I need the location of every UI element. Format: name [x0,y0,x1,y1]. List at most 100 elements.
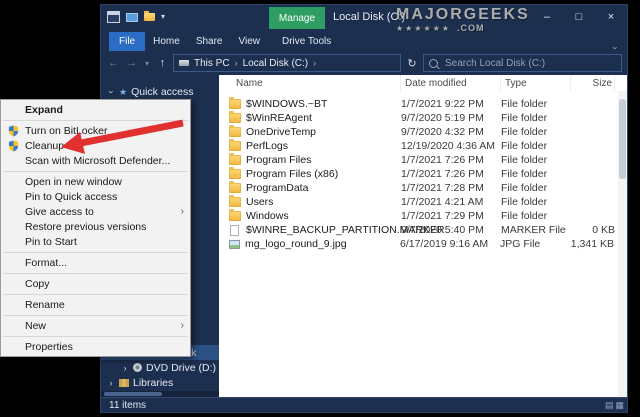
tree-chevron-icon[interactable] [107,87,115,97]
ribbon-tab[interactable]: Home [145,32,188,51]
context-menu-item-label: Pin to Start [25,235,77,248]
sidebar-item-label: Quick access [131,85,194,98]
file-row[interactable]: Program Files 1/7/2021 7:26 PM File fold… [219,153,627,167]
file-row[interactable]: PerfLogs 12/19/2020 4:36 AM File folder [219,139,627,153]
customize-toolbar-chevron-icon[interactable]: ▾ [161,13,165,21]
file-name: Windows [246,210,289,222]
scrollbar-thumb[interactable] [619,99,626,179]
column-header-date-modified[interactable]: Date modified [401,75,501,91]
breadcrumb[interactable]: This PC › Local Disk (C:) › [173,54,401,72]
file-type: File folder [501,126,548,138]
close-button[interactable]: × [595,5,627,29]
context-menu-item[interactable]: Pin to Quick access [1,189,190,204]
column-header-name[interactable]: Name [219,75,401,91]
context-menu-item[interactable]: Format... [1,255,190,270]
submenu-chevron-icon [181,206,184,217]
details-view-icon[interactable]: ▤ [605,400,614,411]
file-row[interactable]: Program Files (x86) 1/7/2021 7:26 PM Fil… [219,167,627,181]
up-button[interactable]: ↑ [155,57,170,69]
maximize-button[interactable]: □ [563,5,595,29]
refresh-icon[interactable]: ↻ [404,57,420,70]
context-menu-item-label: Restore previous versions [25,220,147,233]
ribbon-tabs: File Home Share View Drive Tools [101,29,627,51]
file-size: 0 KB [592,224,615,236]
column-header-size[interactable]: Size [571,75,615,91]
breadcrumb-chevron-icon[interactable]: › [235,58,238,68]
context-menu: Expand Turn on BitLocker Cleanup Scan wi… [0,99,191,357]
context-menu-item[interactable]: New [1,318,190,333]
context-menu-item-label: New [25,319,47,332]
context-menu-item[interactable]: Expand [1,102,190,117]
context-menu-item[interactable]: Open in new window [1,174,190,189]
context-menu-item-label: Copy [25,277,50,290]
file-date-modified: 1/7/2021 7:26 PM [401,154,484,166]
breadcrumb-this-pc[interactable]: This PC [194,58,230,69]
search-icon [429,58,438,68]
minimize-button[interactable]: – [531,5,563,29]
search-input[interactable] [443,56,616,70]
sidebar-item[interactable]: Libraries [101,375,219,390]
file-type: File folder [501,210,548,222]
sidebar-item[interactable]: Quick access [101,84,219,99]
file-type-icon [229,181,241,193]
ribbon-tab[interactable]: Share [188,32,231,51]
status-bar: 11 items ▤ ▦ [101,397,627,412]
file-row[interactable]: mg_logo_round_9.jpg 6/17/2019 9:16 AM JP… [219,237,627,251]
ribbon-tab[interactable]: Drive Tools [274,32,339,51]
sidebar-item[interactable]: DVD Drive (D:) [101,360,219,375]
item-count: 11 items [109,399,147,411]
ribbon-tab-label: File [119,36,136,47]
file-type: JPG File [500,238,541,250]
large-icons-view-icon[interactable]: ▦ [615,400,624,411]
context-menu-item[interactable]: Cleanup [1,138,190,153]
new-folder-icon[interactable] [144,11,155,21]
recent-locations-chevron-icon[interactable]: ▾ [142,59,152,68]
file-type-icon [229,239,240,249]
tree-chevron-icon[interactable] [107,378,115,388]
vertical-scrollbar[interactable] [618,91,627,397]
breadcrumb-chevron-icon[interactable]: › [313,58,316,68]
file-date-modified: 1/7/2021 7:28 PM [401,182,484,194]
file-row[interactable]: OneDriveTemp 9/7/2020 4:32 PM File folde… [219,125,627,139]
file-type: File folder [501,182,548,194]
file-row[interactable]: $WinREAgent 9/7/2020 5:19 PM File folder [219,111,627,125]
file-name: ProgramData [246,182,309,194]
ribbon-tab[interactable]: View [231,32,269,51]
context-menu-item[interactable]: Restore previous versions [1,219,190,234]
context-menu-item[interactable]: Give access to [1,204,190,219]
search-box[interactable] [423,54,622,72]
file-date-modified: 9/7/2020 4:32 PM [401,126,484,138]
file-row[interactable]: Users 1/7/2021 4:21 AM File folder [219,195,627,209]
back-button[interactable]: ← [106,57,121,69]
tree-chevron-icon[interactable] [121,363,129,373]
context-menu-item[interactable]: Rename [1,297,190,312]
file-name: Users [246,196,274,208]
view-switch-buttons: ▤ ▦ [605,400,624,411]
context-menu-item-label: Open in new window [25,175,122,188]
manage-contextual-label: Manage [269,7,325,29]
quick-access-toolbar: ▾ [126,11,165,22]
context-menu-item[interactable]: Turn on BitLocker [1,123,190,138]
file-row[interactable]: $WINDOWS.~BT 1/7/2021 9:22 PM File folde… [219,97,627,111]
file-list-pane: Name Date modified Type Size $WINDOWS.~B… [219,75,627,397]
context-menu-item[interactable]: Pin to Start [1,234,190,249]
context-menu-item-label: Cleanup [25,139,65,152]
forward-button[interactable]: → [124,57,139,69]
scrollbar-thumb[interactable] [104,392,162,396]
context-menu-item[interactable]: Properties [1,339,190,354]
file-row[interactable]: ProgramData 1/7/2021 7:28 PM File folder [219,181,627,195]
explorer-window-icon [107,11,120,23]
context-menu-item[interactable]: Scan with Microsoft Defender... [1,153,190,168]
ribbon-tab[interactable]: File [109,32,146,51]
breadcrumb-current[interactable]: Local Disk (C:) [243,58,309,69]
file-list: $WINDOWS.~BT 1/7/2021 9:22 PM File folde… [219,91,627,251]
file-row[interactable]: $WINRE_BACKUP_PARTITION.MARKER 9/7/2020 … [219,223,627,237]
sidebar-item-icon [133,363,142,372]
column-header-type[interactable]: Type [501,75,571,91]
properties-icon[interactable] [126,12,138,22]
file-row[interactable]: Windows 1/7/2021 7:29 PM File folder [219,209,627,223]
context-menu-item[interactable]: Copy [1,276,190,291]
file-name: OneDriveTemp [246,126,317,138]
file-type-icon [229,209,241,221]
uac-shield-icon [8,140,19,151]
